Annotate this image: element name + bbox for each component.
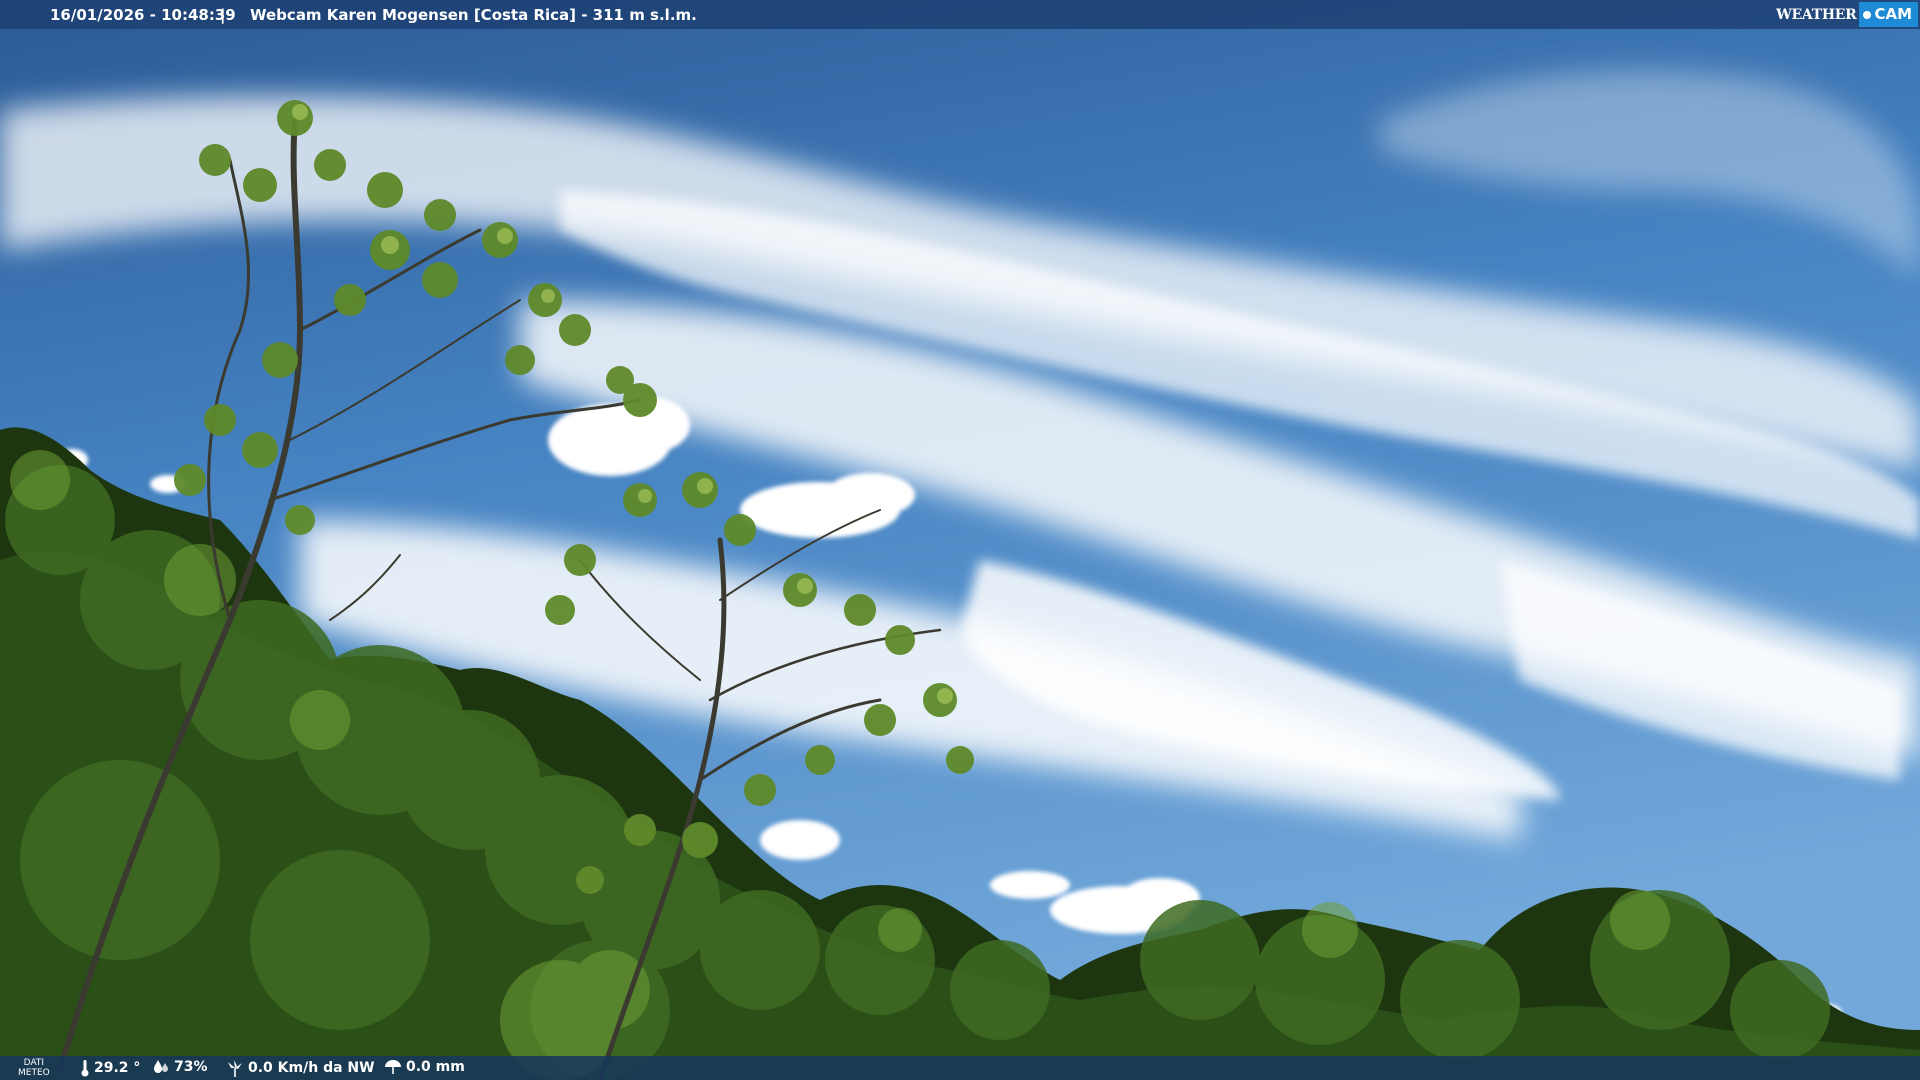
- logo-cam-text: CAM: [1874, 5, 1912, 23]
- wind-reading: 0.0 Km/h da NW: [226, 1059, 375, 1077]
- dati-label-line2: METEO: [18, 1068, 50, 1078]
- rain-gauge-icon: [385, 1060, 401, 1074]
- wind-icon: [228, 1060, 242, 1077]
- header-separator: |: [220, 6, 226, 24]
- timestamp: 16/01/2026 - 10:48:39: [50, 6, 236, 24]
- weather-data-bar: DATI METEO 29.2 ° 73% 0.0 Km/h da NW 0.0…: [0, 1056, 1920, 1080]
- dati-label-line1: DATI: [23, 1058, 45, 1068]
- humidity-icon: [154, 1060, 168, 1073]
- webcam-scene: [0, 0, 1920, 1080]
- temperature-reading: 29.2 °: [80, 1059, 140, 1077]
- wind-value: 0.0 Km/h da NW: [248, 1060, 375, 1076]
- rain-value: 0.0 mm: [406, 1059, 465, 1075]
- webcam-title: Webcam Karen Mogensen [Costa Rica] - 311…: [250, 6, 697, 24]
- logo-weather-text: WEATHER: [1776, 6, 1857, 23]
- header-bar: 16/01/2026 - 10:48:39 | Webcam Karen Mog…: [0, 0, 1920, 29]
- humidity-reading: 73%: [152, 1059, 208, 1075]
- logo-cam-badge: CAM: [1859, 2, 1918, 27]
- logo-dot-icon: [1863, 10, 1872, 19]
- humidity-value: 73%: [174, 1059, 208, 1075]
- thermometer-icon: [81, 1060, 89, 1077]
- temperature-value: 29.2 °: [94, 1060, 141, 1076]
- rain-reading: 0.0 mm: [384, 1059, 465, 1075]
- weathercam-logo: WEATHER CAM: [1770, 0, 1920, 29]
- dati-meteo-label: DATI METEO: [18, 1058, 50, 1078]
